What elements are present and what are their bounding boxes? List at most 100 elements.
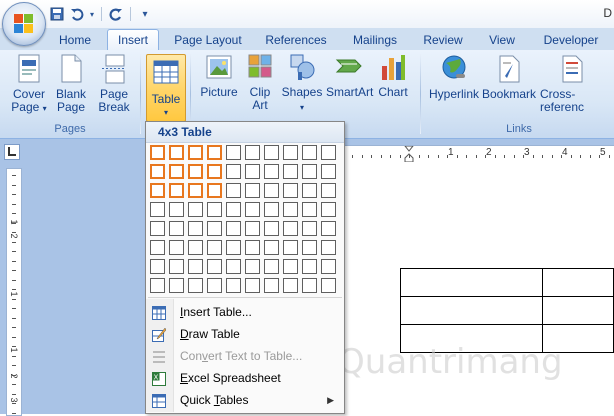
indent-marker-icon[interactable]	[403, 145, 415, 163]
draw-table-item[interactable]: Draw Table	[146, 323, 344, 345]
table-grid-cell[interactable]	[207, 221, 222, 236]
table-grid-cell[interactable]	[264, 164, 279, 179]
table-grid-cell[interactable]	[188, 183, 203, 198]
table-grid-cell[interactable]	[150, 164, 165, 179]
table-grid-cell[interactable]	[264, 240, 279, 255]
table-cell[interactable]	[542, 268, 614, 297]
table-grid-cell[interactable]	[207, 164, 222, 179]
table-grid-cell[interactable]	[169, 259, 184, 274]
table-grid-cell[interactable]	[169, 183, 184, 198]
clip-art-button[interactable]: Clip Art	[244, 52, 276, 112]
table-grid-cell[interactable]	[245, 145, 260, 160]
table-grid-cell[interactable]	[283, 240, 298, 255]
redo-icon[interactable]	[107, 5, 125, 23]
table-grid-cell[interactable]	[188, 145, 203, 160]
table-grid-cell[interactable]	[150, 240, 165, 255]
table-grid-cell[interactable]	[321, 221, 336, 236]
table-grid-cell[interactable]	[321, 164, 336, 179]
bookmark-button[interactable]: Bookmark	[482, 54, 536, 101]
table-grid-cell[interactable]	[245, 202, 260, 217]
table-grid-cell[interactable]	[245, 221, 260, 236]
table-grid-cell[interactable]	[283, 183, 298, 198]
table-grid-cell[interactable]	[245, 278, 260, 293]
tab-references[interactable]: References	[260, 31, 332, 50]
table-grid-cell[interactable]	[169, 240, 184, 255]
undo-icon[interactable]	[68, 5, 86, 23]
table-grid-cell[interactable]	[264, 145, 279, 160]
table-grid-cell[interactable]	[188, 240, 203, 255]
office-button[interactable]	[2, 2, 46, 46]
table-grid-cell[interactable]	[207, 183, 222, 198]
table-grid-cell[interactable]	[283, 278, 298, 293]
table-grid-cell[interactable]	[150, 278, 165, 293]
horizontal-ruler[interactable]: 1 2 3 4 5	[344, 145, 614, 163]
tab-insert[interactable]: Insert	[107, 29, 159, 51]
table-grid-cell[interactable]	[207, 278, 222, 293]
chart-button[interactable]: Chart	[376, 52, 410, 99]
table-grid-cell[interactable]	[169, 202, 184, 217]
table-grid-cell[interactable]	[150, 221, 165, 236]
picture-button[interactable]: Picture	[198, 52, 240, 99]
table-grid-cell[interactable]	[207, 259, 222, 274]
tab-view[interactable]: View	[480, 31, 524, 50]
table-grid-cell[interactable]	[188, 278, 203, 293]
table-grid-cell[interactable]	[245, 259, 260, 274]
table-grid-cell[interactable]	[150, 183, 165, 198]
table-grid-cell[interactable]	[226, 278, 241, 293]
shapes-button[interactable]: Shapes ▾	[280, 52, 324, 114]
save-icon[interactable]	[48, 5, 66, 23]
page-break-button[interactable]: Page Break	[94, 54, 134, 114]
table-grid-cell[interactable]	[207, 145, 222, 160]
table-cell[interactable]	[400, 296, 543, 325]
table-grid-cell[interactable]	[321, 183, 336, 198]
table-grid-cell[interactable]	[169, 221, 184, 236]
table-grid-cell[interactable]	[207, 240, 222, 255]
table-grid-cell[interactable]	[302, 259, 317, 274]
table-grid-cell[interactable]	[207, 202, 222, 217]
table-cell[interactable]	[400, 268, 543, 297]
table-grid-cell[interactable]	[302, 164, 317, 179]
hyperlink-button[interactable]: Hyperlink	[428, 54, 480, 101]
table-grid-cell[interactable]	[226, 240, 241, 255]
table-grid-cell[interactable]	[150, 259, 165, 274]
table-grid-cell[interactable]	[302, 183, 317, 198]
table-button[interactable]: Table ▾	[146, 54, 186, 122]
convert-text-to-table-item[interactable]: Convert Text to Table...	[146, 345, 344, 367]
undo-dropdown-icon[interactable]: ▾	[88, 5, 96, 23]
table-grid-cell[interactable]	[226, 259, 241, 274]
table-grid-cell[interactable]	[321, 278, 336, 293]
table-grid-cell[interactable]	[283, 259, 298, 274]
table-grid-cell[interactable]	[302, 202, 317, 217]
tab-developer[interactable]: Developer	[536, 31, 606, 50]
table-grid-cell[interactable]	[321, 259, 336, 274]
table-grid-cell[interactable]	[150, 145, 165, 160]
table-grid-cell[interactable]	[283, 202, 298, 217]
tab-page-layout[interactable]: Page Layout	[170, 31, 246, 50]
table-grid-cell[interactable]	[188, 202, 203, 217]
table-grid-cell[interactable]	[264, 259, 279, 274]
table-grid-cell[interactable]	[264, 278, 279, 293]
table-grid-cell[interactable]	[226, 164, 241, 179]
table-grid-cell[interactable]	[264, 183, 279, 198]
table-grid-cell[interactable]	[264, 221, 279, 236]
table-grid-cell[interactable]	[302, 145, 317, 160]
table-grid-cell[interactable]	[169, 145, 184, 160]
tab-mailings[interactable]: Mailings	[346, 31, 404, 50]
table-grid-cell[interactable]	[226, 183, 241, 198]
table-grid-cell[interactable]	[245, 164, 260, 179]
table-grid-cell[interactable]	[283, 164, 298, 179]
table-grid-cell[interactable]	[302, 221, 317, 236]
table-grid-cell[interactable]	[188, 221, 203, 236]
table-grid-cell[interactable]	[245, 183, 260, 198]
quick-tables-item[interactable]: Quick Tables ▶	[146, 389, 344, 411]
table-grid-cell[interactable]	[321, 240, 336, 255]
table-grid-cell[interactable]	[321, 145, 336, 160]
tab-selector-button[interactable]	[4, 144, 20, 160]
table-grid-cell[interactable]	[245, 240, 260, 255]
table-grid-cell[interactable]	[169, 278, 184, 293]
table-grid-cell[interactable]	[169, 164, 184, 179]
table-grid-cell[interactable]	[188, 164, 203, 179]
document-table[interactable]	[400, 268, 614, 353]
table-grid-cell[interactable]	[302, 278, 317, 293]
table-grid-cell[interactable]	[188, 259, 203, 274]
